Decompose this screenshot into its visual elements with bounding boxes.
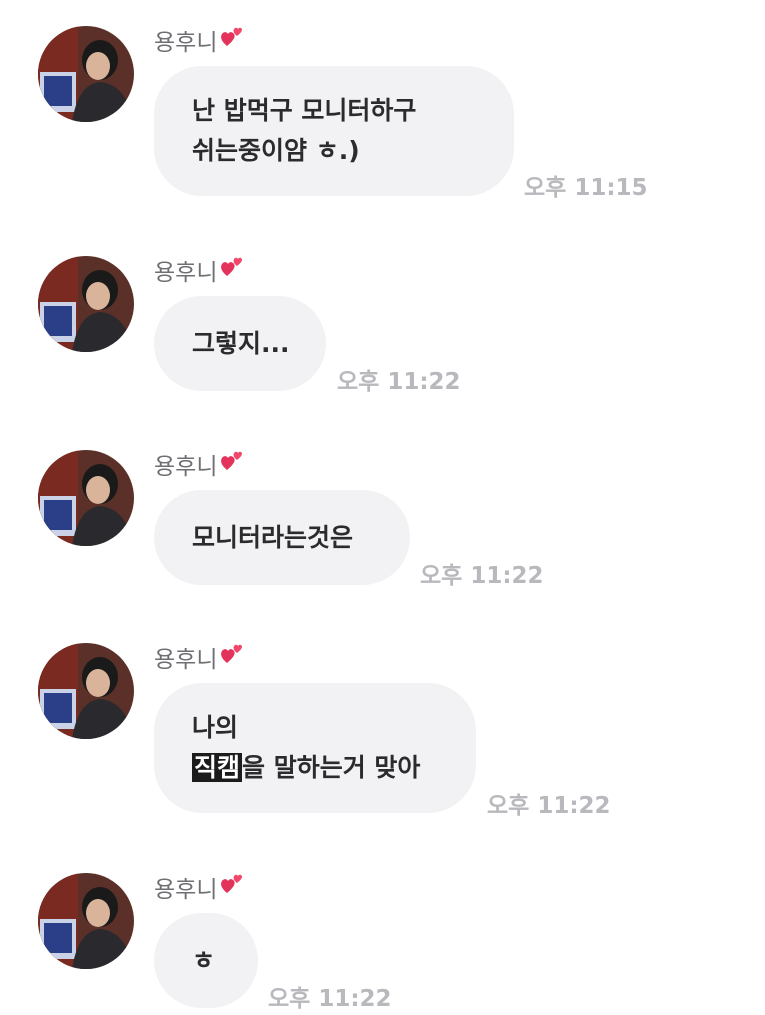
message-text: 을 말하는거 맞아 xyxy=(242,753,421,782)
avatar[interactable] xyxy=(38,450,134,546)
sender-name: 용후니 xyxy=(154,871,245,903)
two-hearts-icon xyxy=(219,641,245,673)
sender-name-text: 용후니 xyxy=(154,454,218,480)
sender-name-text: 용후니 xyxy=(154,877,218,903)
avatar[interactable] xyxy=(38,643,134,739)
message-bubble[interactable]: 난 밥먹구 모니터하구 쉬는중이얌 ㅎ.) xyxy=(154,66,514,196)
message-text: 난 밥먹구 모니터하구 xyxy=(192,96,417,125)
sender-name-text: 용후니 xyxy=(154,260,218,286)
message-text: 모니터라는것은 xyxy=(192,522,354,552)
message-timestamp: 오후 11:22 xyxy=(268,986,392,1012)
message-text-line: 직캠을 말하는거 맞아 xyxy=(192,748,438,788)
message-text: 쉬는중이얌 ㅎ.) xyxy=(192,136,360,165)
avatar[interactable] xyxy=(38,26,134,122)
highlighted-text: 직캠 xyxy=(192,753,243,782)
message-timestamp: 오후 11:15 xyxy=(524,175,648,201)
sender-name-text: 용후니 xyxy=(154,30,218,56)
sender-name: 용후니 xyxy=(154,254,245,286)
two-hearts-icon xyxy=(219,871,245,903)
two-hearts-icon xyxy=(219,254,245,286)
message-bubble[interactable]: 나의 직캠을 말하는거 맞아 xyxy=(154,683,476,813)
avatar[interactable] xyxy=(38,256,134,352)
sender-name: 용후니 xyxy=(154,448,245,480)
message-timestamp: 오후 11:22 xyxy=(337,369,461,395)
sender-name: 용후니 xyxy=(154,24,245,56)
message-bubble[interactable]: 그렇지... xyxy=(154,296,326,391)
two-hearts-icon xyxy=(219,448,245,480)
two-hearts-icon xyxy=(219,24,245,56)
sender-name: 용후니 xyxy=(154,641,245,673)
avatar[interactable] xyxy=(38,873,134,969)
message-text: ㅎ xyxy=(192,945,216,975)
message-bubble[interactable]: ㅎ xyxy=(154,913,258,1008)
message-timestamp: 오후 11:22 xyxy=(420,563,544,589)
message-text: 그렇지... xyxy=(192,328,290,358)
message-text: 나의 xyxy=(192,713,239,742)
message-timestamp: 오후 11:22 xyxy=(487,793,611,819)
sender-name-text: 용후니 xyxy=(154,647,218,673)
message-bubble[interactable]: 모니터라는것은 xyxy=(154,490,410,585)
